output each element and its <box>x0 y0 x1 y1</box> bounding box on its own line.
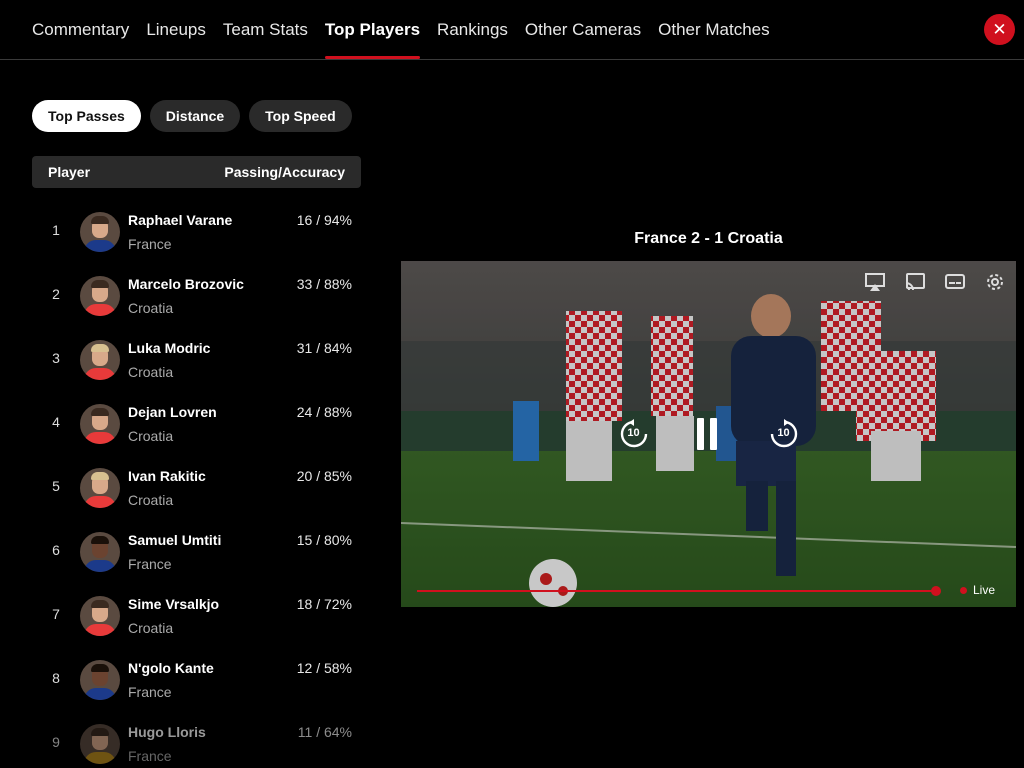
tab-rankings[interactable]: Rankings <box>437 0 508 60</box>
filter-top-passes[interactable]: Top Passes <box>32 100 141 132</box>
player-rank: 4 <box>52 414 60 430</box>
column-header-passing-accuracy[interactable]: Passing/Accuracy <box>224 156 345 188</box>
live-label: Live <box>973 583 996 597</box>
player-rank: 1 <box>52 222 60 238</box>
cast-icon[interactable] <box>904 271 926 293</box>
forward-seconds: 10 <box>777 427 790 439</box>
video-top-controls <box>864 271 1006 293</box>
match-tabs: Commentary Lineups Team Stats Top Player… <box>32 0 770 60</box>
player-team: France <box>128 684 172 700</box>
player-row[interactable]: 4 Dejan Lovren Croatia 24 / 88% <box>32 392 361 456</box>
column-header-player[interactable]: Player <box>48 156 90 188</box>
player-avatar <box>80 660 120 700</box>
player-team: France <box>128 748 172 764</box>
player-rank: 8 <box>52 670 60 686</box>
match-title: France 2 - 1 Croatia <box>634 230 783 247</box>
player-avatar <box>80 532 120 572</box>
player-avatar <box>80 724 120 764</box>
player-team: Croatia <box>128 620 174 636</box>
pause-button[interactable] <box>696 418 721 450</box>
rewind-seconds: 10 <box>627 427 640 439</box>
player-stat: 12 / 58% <box>296 660 352 676</box>
player-rank: 7 <box>52 606 60 622</box>
player-rank: 5 <box>52 478 60 494</box>
player-stat: 31 / 84% <box>296 340 352 356</box>
stat-filter: Top Passes Distance Top Speed <box>32 100 352 132</box>
close-button[interactable]: ✕ <box>984 14 1015 45</box>
player-name: Hugo Lloris <box>128 724 206 740</box>
player-row[interactable]: 5 Ivan Rakitic Croatia 20 / 85% <box>32 456 361 520</box>
player-stat: 33 / 88% <box>296 276 352 292</box>
player-name: Ivan Rakitic <box>128 468 206 484</box>
player-row[interactable]: 3 Luka Modric Croatia 31 / 84% <box>32 328 361 392</box>
progress-bar[interactable] <box>417 590 937 592</box>
settings-icon[interactable] <box>984 271 1006 293</box>
player-stat: 20 / 85% <box>296 468 352 484</box>
player-team: France <box>128 236 172 252</box>
player-rank: 2 <box>52 286 60 302</box>
live-dot-icon <box>960 586 967 594</box>
players-list: 1 Raphael Varane France 16 / 94% 2 Marce… <box>32 200 361 768</box>
pause-icon <box>696 418 704 450</box>
tab-other-matches[interactable]: Other Matches <box>658 0 770 60</box>
player-avatar <box>80 340 120 380</box>
tab-commentary[interactable]: Commentary <box>32 0 129 60</box>
player-team: Croatia <box>128 300 174 316</box>
player-row[interactable]: 8 N'golo Kante France 12 / 58% <box>32 648 361 712</box>
player-name: Marcelo Brozovic <box>128 276 244 292</box>
tab-lineups[interactable]: Lineups <box>146 0 206 60</box>
live-indicator[interactable]: Live <box>960 583 995 597</box>
player-avatar <box>80 596 120 636</box>
airplay-icon[interactable] <box>864 271 886 293</box>
table-header: Player Passing/Accuracy <box>32 156 361 188</box>
player-name: Dejan Lovren <box>128 404 217 420</box>
player-name: N'golo Kante <box>128 660 214 676</box>
player-rank: 6 <box>52 542 60 558</box>
player-name: Luka Modric <box>128 340 211 356</box>
player-row[interactable]: 6 Samuel Umtiti France 15 / 80% <box>32 520 361 584</box>
tab-other-cameras[interactable]: Other Cameras <box>525 0 641 60</box>
player-stat: 24 / 88% <box>296 404 352 420</box>
player-team: Croatia <box>128 364 174 380</box>
filter-distance[interactable]: Distance <box>149 100 241 132</box>
player-row[interactable]: 7 Sime Vrsalkjo Croatia 18 / 72% <box>32 584 361 648</box>
player-name: Samuel Umtiti <box>128 532 222 548</box>
player-row[interactable]: 1 Raphael Varane France 16 / 94% <box>32 200 361 264</box>
player-stat: 11 / 64% <box>297 724 352 740</box>
player-stat: 16 / 94% <box>296 212 352 228</box>
subtitles-icon[interactable] <box>944 271 966 293</box>
player-avatar <box>80 404 120 444</box>
player-rank: 9 <box>52 734 60 750</box>
player-team: Croatia <box>128 428 174 444</box>
player-team: France <box>128 556 172 572</box>
rewind-10-button[interactable]: 10 <box>619 419 649 449</box>
player-avatar <box>80 212 120 252</box>
player-avatar <box>80 276 120 316</box>
player-row[interactable]: 9 Hugo Lloris France 11 / 64% <box>32 712 361 768</box>
player-stat: 18 / 72% <box>296 596 352 612</box>
tab-team-stats[interactable]: Team Stats <box>223 0 308 60</box>
player-rank: 3 <box>52 350 60 366</box>
forward-10-button[interactable]: 10 <box>769 419 799 449</box>
player-avatar <box>80 468 120 508</box>
video-player[interactable]: 10 10 Live <box>401 261 1016 607</box>
player-stat: 15 / 80% <box>296 532 352 548</box>
player-name: Raphael Varane <box>128 212 233 228</box>
player-name: Sime Vrsalkjo <box>128 596 220 612</box>
close-icon: ✕ <box>992 20 1007 39</box>
top-navigation: Commentary Lineups Team Stats Top Player… <box>0 0 1024 60</box>
playback-controls: 10 10 <box>401 416 1016 452</box>
progress-handle[interactable] <box>931 586 941 596</box>
filter-top-speed[interactable]: Top Speed <box>249 100 352 132</box>
tab-top-players[interactable]: Top Players <box>324 0 421 60</box>
player-row[interactable]: 2 Marcelo Brozovic Croatia 33 / 88% <box>32 264 361 328</box>
player-team: Croatia <box>128 492 174 508</box>
